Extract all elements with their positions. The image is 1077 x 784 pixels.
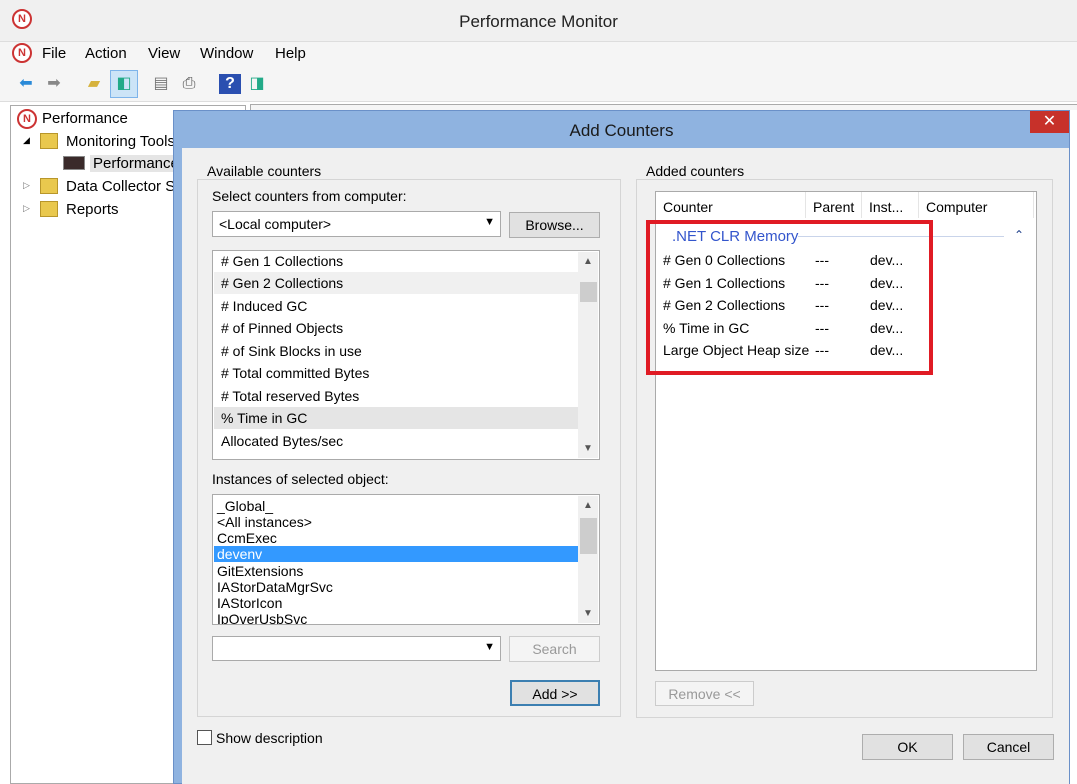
tree-item-reports[interactable]: Reports bbox=[66, 201, 119, 218]
show-description-label: Show description bbox=[216, 730, 323, 746]
search-button[interactable]: Search bbox=[509, 636, 600, 662]
performance-monitor-chart-icon bbox=[63, 156, 85, 170]
instance-item[interactable]: _Global_ bbox=[217, 498, 273, 514]
print-icon[interactable]: ⎙ bbox=[178, 74, 200, 94]
scroll-thumb[interactable] bbox=[580, 282, 597, 302]
instances-label: Instances of selected object: bbox=[212, 471, 389, 487]
back-arrow-icon[interactable]: ⬅ bbox=[15, 74, 37, 94]
dialog-title: Add Counters bbox=[569, 121, 674, 140]
instance-item[interactable]: IAStorDataMgrSvc bbox=[217, 579, 333, 595]
menu-help[interactable]: Help bbox=[275, 45, 306, 62]
scroll-thumb[interactable] bbox=[580, 518, 597, 554]
scroll-up-icon[interactable]: ▲ bbox=[578, 256, 598, 267]
scroll-down-icon[interactable]: ▼ bbox=[578, 608, 598, 619]
column-counter[interactable]: Counter bbox=[656, 192, 806, 218]
column-parent[interactable]: Parent bbox=[806, 192, 862, 218]
performance-icon: N bbox=[17, 109, 37, 129]
counter-item[interactable]: # Total reserved Bytes bbox=[221, 388, 359, 404]
chevron-down-icon: ▼ bbox=[484, 216, 495, 228]
column-computer[interactable]: Computer bbox=[919, 192, 1034, 218]
properties-icon[interactable]: ▤ bbox=[150, 74, 172, 94]
counter-item[interactable]: Allocated Bytes/sec bbox=[221, 433, 343, 449]
computer-combobox[interactable]: <Local computer> ▼ bbox=[212, 211, 501, 237]
remove-button[interactable]: Remove << bbox=[655, 681, 754, 706]
show-action-pane-icon[interactable]: ◨ bbox=[246, 74, 268, 94]
scroll-up-icon[interactable]: ▲ bbox=[578, 500, 598, 511]
selected-instance-row bbox=[214, 546, 578, 562]
added-counters-label: Added counters bbox=[643, 163, 748, 179]
collapse-icon[interactable]: ◢ bbox=[23, 135, 30, 146]
monitoring-tools-folder-icon bbox=[40, 133, 58, 149]
counter-item[interactable]: # Total committed Bytes bbox=[221, 365, 369, 381]
help-icon[interactable]: ? bbox=[219, 74, 241, 94]
counter-item[interactable]: # of Sink Blocks in use bbox=[221, 343, 362, 359]
collapse-group-icon[interactable]: ⌃ bbox=[1014, 228, 1024, 242]
instance-item-selected[interactable]: devenv bbox=[217, 546, 262, 562]
counters-scrollbar[interactable]: ▲ ▼ bbox=[578, 252, 598, 458]
instance-item[interactable]: GitExtensions bbox=[217, 563, 303, 579]
instance-item[interactable]: <All instances> bbox=[217, 514, 312, 530]
instance-item[interactable]: IpOverUsbSvc bbox=[217, 611, 307, 624]
ok-button[interactable]: OK bbox=[862, 734, 953, 760]
browse-button[interactable]: Browse... bbox=[509, 212, 600, 238]
highlight-rectangle bbox=[646, 220, 933, 375]
data-collector-sets-folder-icon bbox=[40, 178, 58, 194]
reports-folder-icon bbox=[40, 201, 58, 217]
close-button[interactable]: ✕ bbox=[1030, 111, 1069, 133]
chevron-down-icon: ▼ bbox=[484, 641, 495, 653]
counters-list[interactable]: # Gen 1 Collections # Gen 2 Collections … bbox=[212, 250, 600, 460]
system-menu-icon[interactable]: N bbox=[12, 43, 32, 63]
counter-item[interactable]: % Time in GC bbox=[221, 410, 307, 426]
window-title: Performance Monitor bbox=[459, 12, 618, 31]
instance-item[interactable]: CcmExec bbox=[217, 530, 277, 546]
counter-item[interactable]: # Induced GC bbox=[221, 298, 307, 314]
counter-item[interactable]: # of Pinned Objects bbox=[221, 320, 343, 336]
tree-item-performance[interactable]: Performance bbox=[42, 110, 128, 127]
computer-value: <Local computer> bbox=[219, 216, 332, 232]
scroll-down-icon[interactable]: ▼ bbox=[578, 443, 598, 454]
menu-action[interactable]: Action bbox=[85, 45, 127, 62]
forward-arrow-icon[interactable]: ➡ bbox=[43, 74, 65, 94]
show-description-checkbox[interactable] bbox=[197, 730, 212, 745]
expand-icon[interactable]: ▷ bbox=[23, 180, 30, 191]
menu-file[interactable]: File bbox=[42, 45, 66, 62]
tree-item-monitoring-tools[interactable]: Monitoring Tools bbox=[66, 133, 175, 150]
expand-icon[interactable]: ▷ bbox=[23, 203, 30, 214]
menu-view[interactable]: View bbox=[148, 45, 180, 62]
instances-list[interactable]: _Global_ <All instances> CcmExec devenv … bbox=[212, 494, 600, 625]
select-computer-label: Select counters from computer: bbox=[212, 188, 407, 204]
add-button[interactable]: Add >> bbox=[510, 680, 600, 706]
cancel-button[interactable]: Cancel bbox=[963, 734, 1054, 760]
counter-item[interactable]: # Gen 1 Collections bbox=[221, 253, 343, 269]
instances-scrollbar[interactable]: ▲ ▼ bbox=[578, 496, 598, 623]
search-combobox[interactable]: ▼ bbox=[212, 636, 501, 661]
column-instance[interactable]: Inst... bbox=[862, 192, 919, 218]
folder-up-icon[interactable]: ▰ bbox=[83, 74, 105, 94]
available-counters-label: Available counters bbox=[204, 163, 325, 179]
show-hide-console-tree-icon[interactable]: ◧ bbox=[110, 70, 138, 98]
counter-item[interactable]: # Gen 2 Collections bbox=[221, 275, 343, 291]
menu-window[interactable]: Window bbox=[200, 45, 253, 62]
instance-item[interactable]: IAStorIcon bbox=[217, 595, 282, 611]
